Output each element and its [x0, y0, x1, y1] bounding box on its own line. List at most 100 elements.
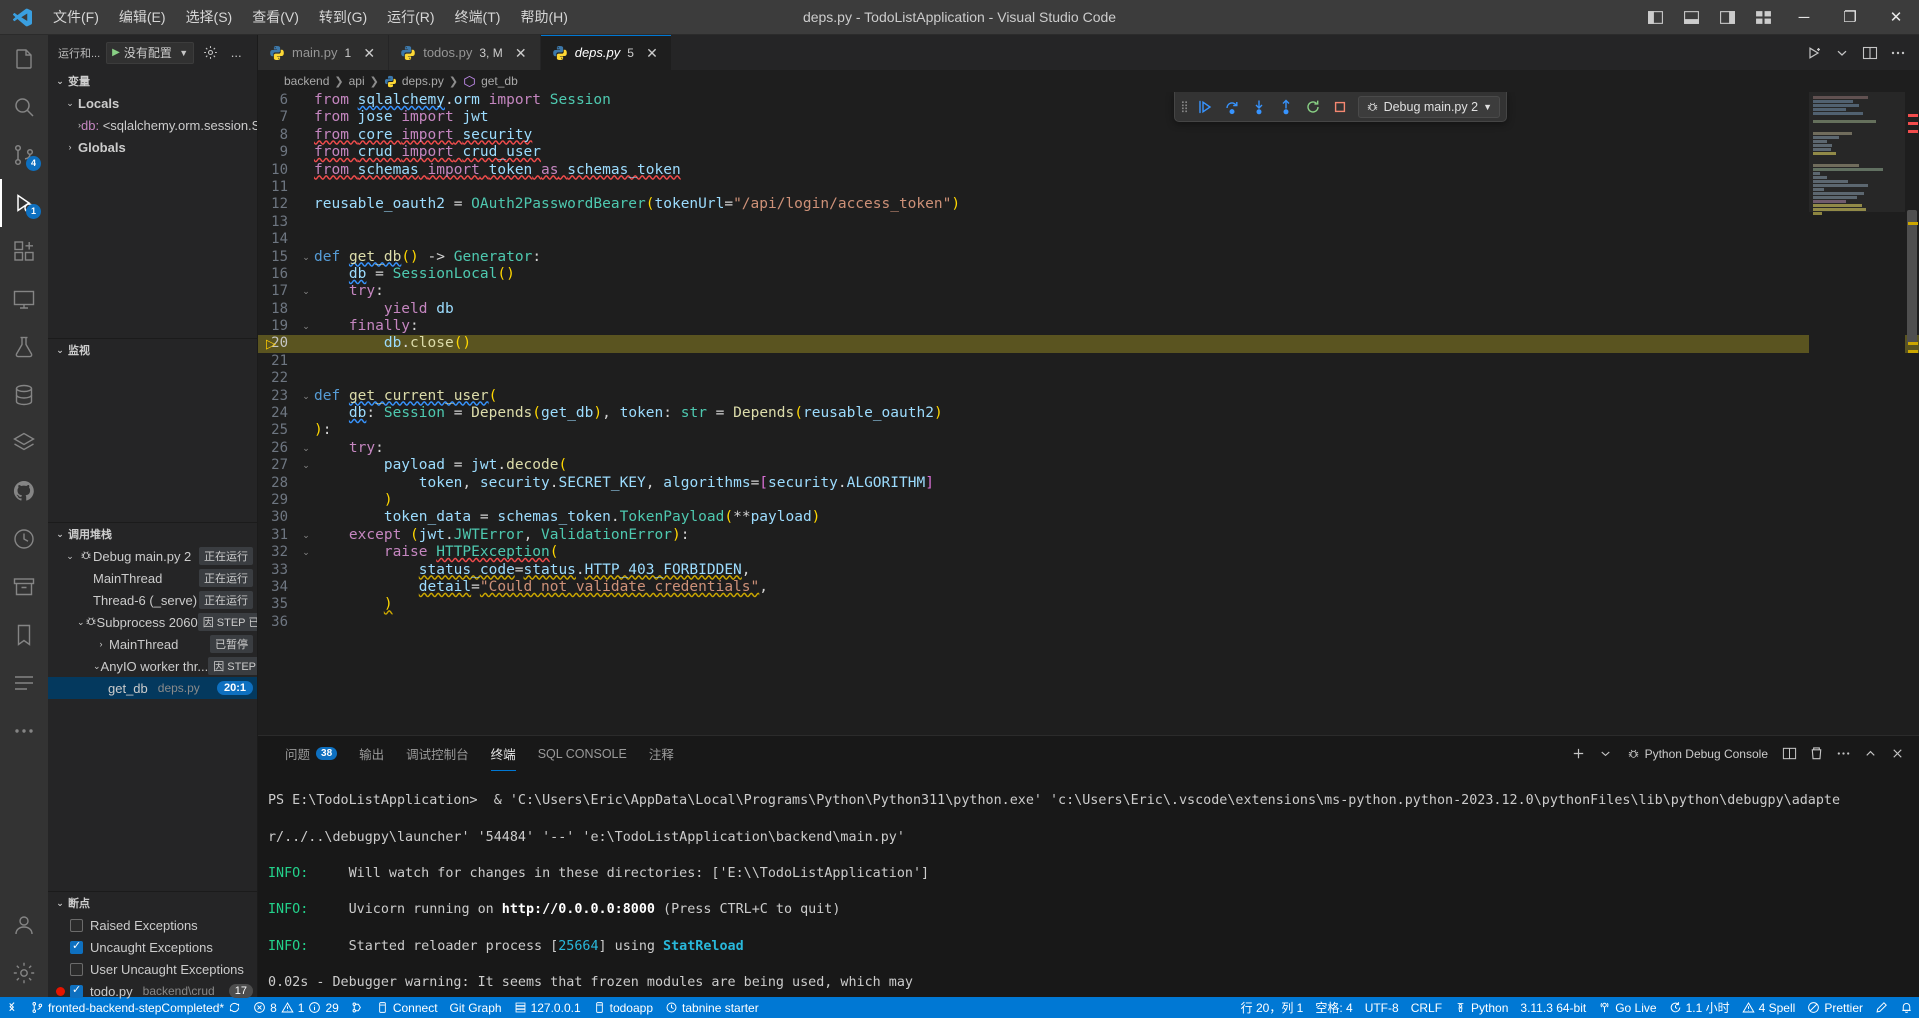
minimap[interactable] [1809, 92, 1905, 735]
status-encoding[interactable]: UTF-8 [1359, 997, 1405, 1018]
status-prettier[interactable]: Prettier [1801, 997, 1869, 1018]
activitybar-extensions[interactable] [0, 227, 48, 275]
status-database[interactable]: todoapp [587, 997, 659, 1018]
checkbox[interactable] [70, 918, 83, 932]
activitybar-settings[interactable] [0, 949, 48, 997]
activitybar-timeline[interactable] [0, 515, 48, 563]
split-editor-right-icon[interactable] [1857, 35, 1883, 70]
activitybar-explorer[interactable] [0, 35, 48, 83]
status-cursor-position[interactable]: 行 20，列 1 [1235, 997, 1310, 1018]
variables-section-header[interactable]: ⌄ 变量 [48, 70, 257, 92]
panel-tab-debug-console[interactable]: 调试控制台 [395, 736, 480, 771]
breadcrumb-folder[interactable]: backend [284, 74, 329, 88]
breadcrumb-file[interactable]: deps.py [402, 74, 444, 88]
terminal-output[interactable]: PS E:\TodoListApplication> & 'C:\Users\E… [258, 771, 1919, 997]
activitybar-bookmarks[interactable] [0, 611, 48, 659]
checkbox[interactable] [70, 983, 83, 998]
debug-step-over-button[interactable] [1219, 94, 1245, 120]
activitybar-database[interactable] [0, 371, 48, 419]
status-git-branch[interactable]: fronted-backend-stepCompleted* [25, 997, 247, 1018]
debug-restart-button[interactable] [1300, 94, 1326, 120]
breakpoint-raised-exceptions[interactable]: Raised Exceptions [48, 914, 257, 936]
status-spell-checker[interactable]: 4 Spell [1736, 997, 1802, 1018]
breakpoints-section-header[interactable]: ⌄ 断点 [48, 892, 257, 914]
status-server-host[interactable]: 127.0.0.1 [508, 997, 587, 1018]
call-stack-row-thread[interactable]: Thread-6 (_serve) 正在运行 [48, 589, 257, 611]
maximize-panel-icon[interactable] [1858, 742, 1882, 766]
status-interpreter[interactable]: 3.11.3 64-bit [1514, 997, 1592, 1018]
status-go-live[interactable]: Go Live [1592, 997, 1662, 1018]
call-stack-row-subprocess[interactable]: ⌄ Subprocess 2060 因 STEP 已暂停 [48, 611, 257, 633]
run-python-file-icon[interactable] [1801, 35, 1827, 70]
kill-terminal-icon[interactable] [1804, 742, 1828, 766]
terminal-selector[interactable]: Python Debug Console [1621, 747, 1774, 761]
breadcrumb-folder[interactable]: api [349, 74, 365, 88]
status-remote[interactable] [0, 997, 25, 1018]
call-stack-row-thread[interactable]: › MainThread 已暂停 [48, 633, 257, 655]
panel-tab-comments[interactable]: 注释 [638, 736, 685, 771]
debug-stop-button[interactable] [1327, 94, 1353, 120]
status-debug-alt[interactable] [345, 997, 370, 1018]
status-wakatime[interactable]: 1.1 小时 [1663, 997, 1736, 1018]
window-maximize-button[interactable]: ❐ [1827, 0, 1873, 35]
toggle-secondary-sidebar-icon[interactable] [1709, 0, 1745, 35]
activitybar-run-and-debug[interactable]: 1 [0, 179, 48, 227]
fold-chevron-icon[interactable]: ⌄ [298, 527, 314, 544]
status-eol[interactable]: CRLF [1405, 997, 1448, 1018]
debug-step-out-button[interactable] [1273, 94, 1299, 120]
variables-group-locals[interactable]: ⌄ Locals [48, 92, 257, 114]
start-debug-icon[interactable]: ▶ [112, 47, 120, 58]
customize-layout-icon[interactable] [1745, 0, 1781, 35]
new-terminal-icon[interactable] [1567, 742, 1591, 766]
status-problems[interactable]: 8 1 29 [247, 997, 345, 1018]
variable-db-row[interactable]: › db: <sqlalchemy.orm.session.S... [48, 114, 257, 136]
debug-settings-gear-icon[interactable] [200, 43, 220, 63]
activitybar-archive[interactable] [0, 563, 48, 611]
menu-file[interactable]: 文件(F) [44, 4, 108, 30]
fold-chevron-icon[interactable]: ⌄ [298, 283, 314, 300]
menu-edit[interactable]: 编辑(E) [110, 4, 175, 30]
menu-go[interactable]: 转到(G) [310, 4, 376, 30]
debug-continue-button[interactable] [1192, 94, 1218, 120]
chevron-down-icon[interactable] [1594, 742, 1618, 766]
fold-chevron-icon[interactable]: ⌄ [298, 249, 314, 266]
fold-chevron-icon[interactable]: ⌄ [298, 388, 314, 405]
menu-terminal[interactable]: 终端(T) [446, 4, 510, 30]
window-minimize-button[interactable]: ─ [1781, 0, 1827, 35]
activitybar-search[interactable] [0, 83, 48, 131]
debug-toolbar[interactable]: ⣿ Debug main.py 2 ▼ [1173, 92, 1507, 122]
panel-tab-problems[interactable]: 问题 38 [274, 736, 348, 771]
activitybar-layers[interactable] [0, 419, 48, 467]
panel-more-actions-icon[interactable] [1831, 742, 1855, 766]
drag-handle-icon[interactable]: ⣿ [1181, 100, 1189, 113]
tab-main-py[interactable]: main.py 1 ✕ [258, 35, 390, 70]
call-stack-row-anyio-worker[interactable]: ⌄ AnyIO worker thr... 因 STEP 已暂停 [48, 655, 257, 677]
close-panel-icon[interactable] [1885, 742, 1909, 766]
status-language-mode[interactable]: Python [1448, 997, 1514, 1018]
fold-chevron-icon[interactable]: ⌄ [298, 544, 314, 561]
tab-deps-py[interactable]: deps.py 5 ✕ [540, 35, 672, 70]
watch-section-header[interactable]: ⌄ 监视 [48, 339, 257, 361]
call-stack-frame-get-db[interactable]: get_db deps.py 20:1 [48, 677, 257, 699]
sync-icon[interactable] [228, 1001, 241, 1014]
call-stack-row-session[interactable]: ⌄ Debug main.py 2 正在运行 [48, 545, 257, 567]
activitybar-source-control[interactable]: 4 [0, 131, 48, 179]
fold-chevron-icon[interactable]: ⌄ [298, 457, 314, 474]
menu-run[interactable]: 运行(R) [378, 4, 443, 30]
status-screencast[interactable] [1869, 997, 1894, 1018]
panel-tab-sql-console[interactable]: SQL CONSOLE [527, 736, 638, 771]
debug-session-selector[interactable]: Debug main.py 2 ▼ [1357, 95, 1500, 118]
status-tabnine[interactable]: tabnine starter [659, 997, 765, 1018]
editor-more-actions-icon[interactable] [1885, 35, 1911, 70]
toggle-panel-icon[interactable] [1673, 0, 1709, 35]
toggle-primary-sidebar-icon[interactable] [1637, 0, 1673, 35]
chevron-down-icon[interactable] [1829, 35, 1855, 70]
activitybar-accounts[interactable] [0, 901, 48, 949]
call-stack-section-header[interactable]: ⌄ 调用堆栈 [48, 523, 257, 545]
menu-bar[interactable]: 文件(F) 编辑(E) 选择(S) 查看(V) 转到(G) 运行(R) 终端(T… [44, 4, 577, 30]
minimap-slider[interactable] [1809, 92, 1905, 212]
variables-group-globals[interactable]: › Globals [48, 136, 257, 158]
launch-configuration-dropdown[interactable]: ▶ 没有配置 ▼ [106, 41, 195, 64]
status-git-graph[interactable]: Git Graph [444, 997, 508, 1018]
menu-help[interactable]: 帮助(H) [511, 4, 576, 30]
